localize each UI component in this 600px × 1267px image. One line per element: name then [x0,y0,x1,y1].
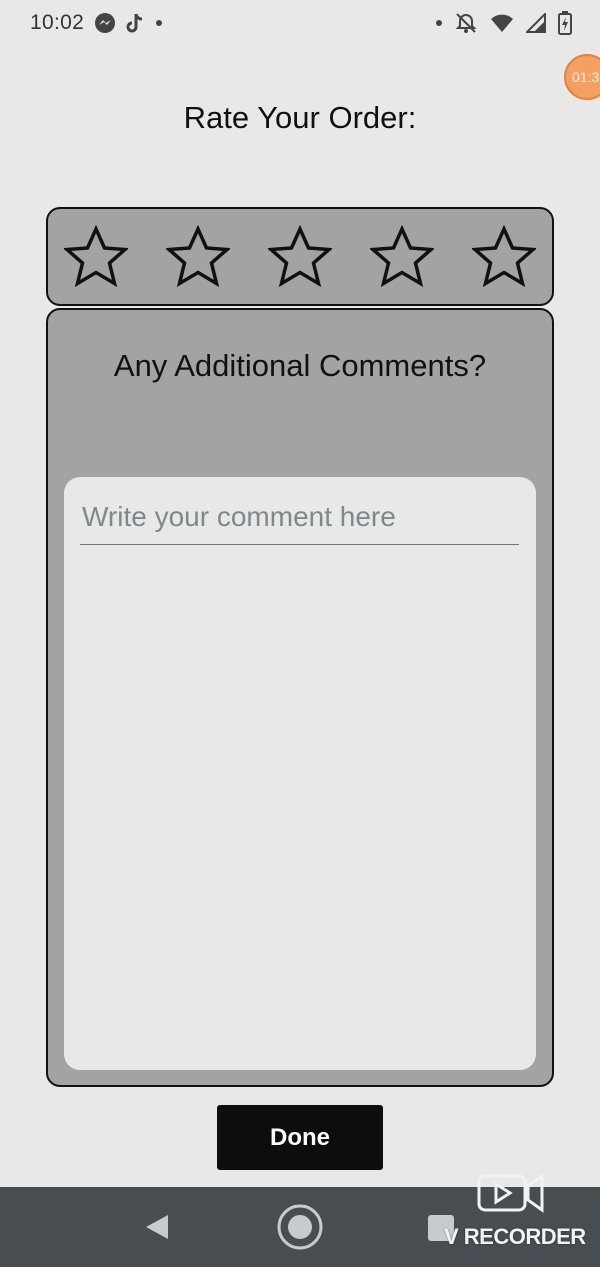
status-right [436,11,572,35]
notification-dot [156,20,163,26]
star-2-icon[interactable] [166,224,230,289]
notification-dot [436,20,442,26]
home-icon[interactable] [276,1203,324,1251]
comments-card: Any Additional Comments? [46,308,554,1087]
comment-box[interactable] [64,477,536,1070]
star-rating [46,207,554,306]
recorder-watermark-text: V RECORDER [444,1224,586,1249]
star-5-icon[interactable] [472,224,536,289]
star-1-icon[interactable] [64,224,128,289]
battery-icon [558,11,572,35]
do-not-disturb-icon [454,11,478,35]
back-icon[interactable] [144,1213,170,1241]
recording-timer-badge[interactable]: 01:3 [564,54,600,100]
star-4-icon[interactable] [370,224,434,289]
tiktok-icon [126,12,146,34]
comment-input[interactable] [80,489,519,545]
status-bar: 10:02 [0,0,600,46]
recorder-logo-icon [477,1173,544,1213]
star-3-icon[interactable] [268,224,332,289]
status-left: 10:02 [30,11,163,35]
status-time: 10:02 [30,11,85,34]
signal-icon [526,13,546,33]
page-title: Rate Your Order: [183,100,417,135]
messenger-icon [94,12,116,34]
comments-heading: Any Additional Comments? [113,348,487,383]
done-button[interactable]: Done [217,1105,383,1170]
wifi-icon [490,13,514,33]
